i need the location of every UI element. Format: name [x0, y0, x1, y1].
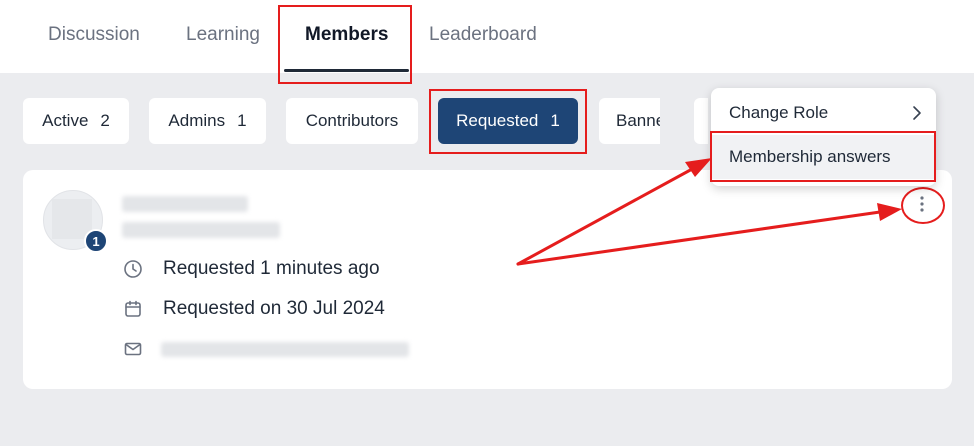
annotation-arrows: [516, 158, 902, 266]
